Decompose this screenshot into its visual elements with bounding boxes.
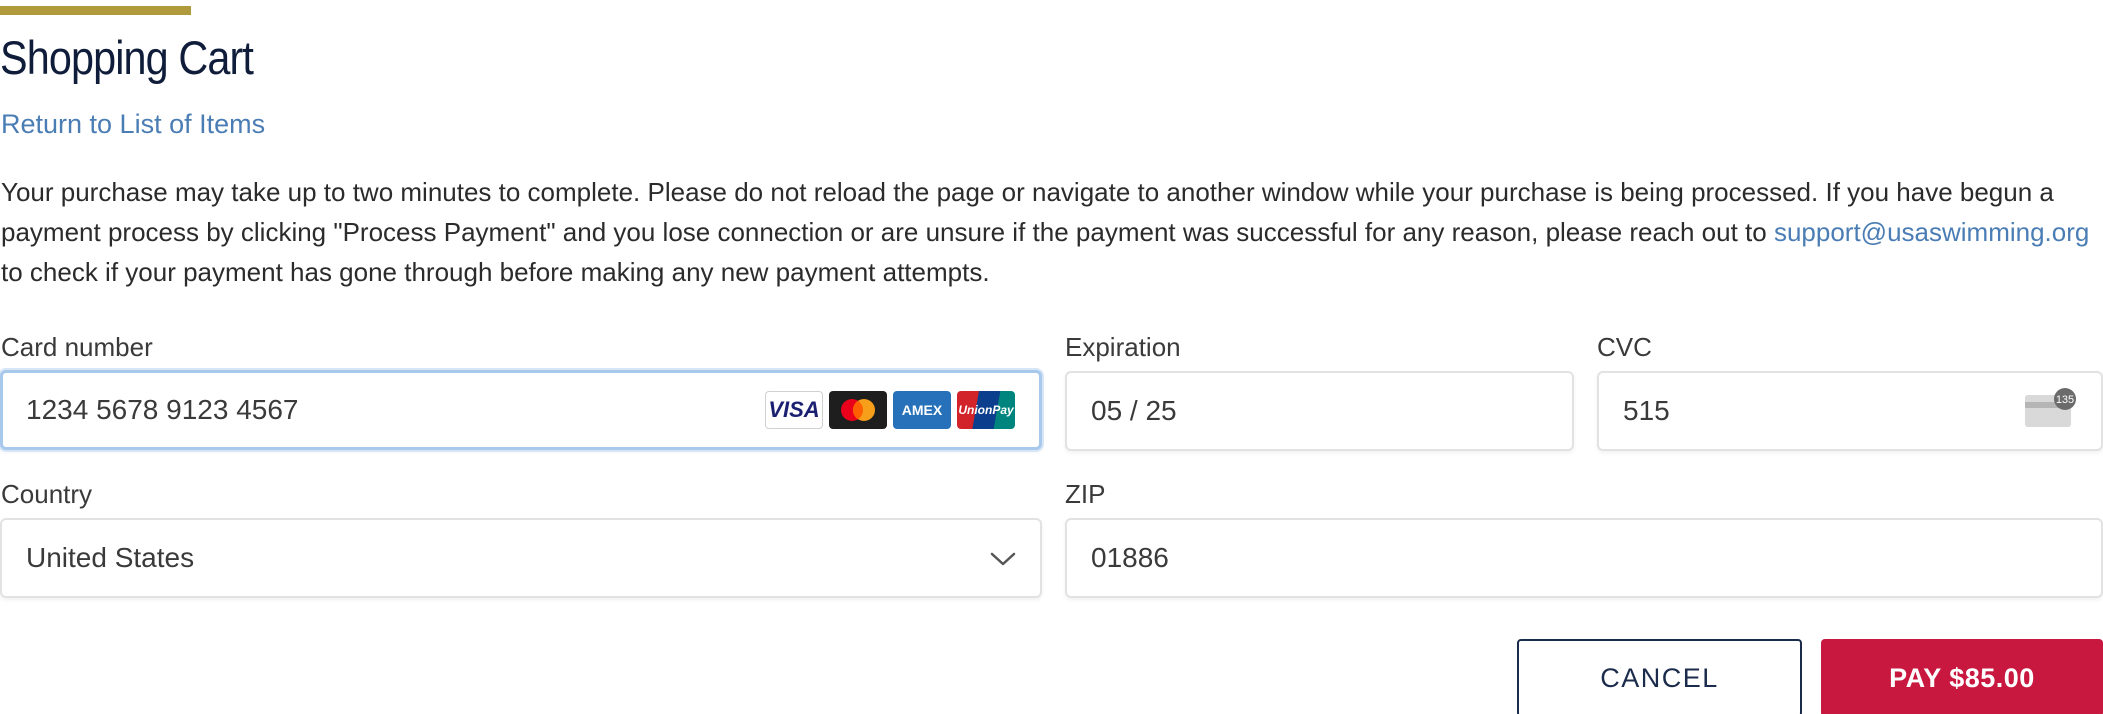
payment-notice: Your purchase may take up to two minutes… [1,172,2096,292]
expiration-input[interactable] [1091,395,1572,427]
visa-icon: VISA [765,391,823,429]
country-label: Country [1,479,93,509]
unionpay-icon: UnionPay [957,391,1015,429]
mastercard-icon [829,391,887,429]
card-number-field[interactable]: VISA AMEX UnionPay [0,370,1042,450]
country-selected-value: United States [26,542,195,573]
return-to-list-link[interactable]: Return to List of Items [1,106,265,142]
card-number-input[interactable] [26,394,765,426]
card-number-label: Card number [1,332,153,362]
support-email-link[interactable]: support@usaswimming.org [1774,217,2089,247]
cvc-label: CVC [1597,332,1652,362]
amex-icon: AMEX [893,391,951,429]
pay-button[interactable]: PAY $85.00 [1821,639,2103,714]
expiration-field[interactable] [1065,371,1574,451]
page-title: Shopping Cart [0,31,254,84]
cvc-field[interactable]: 135 [1597,371,2103,451]
chevron-down-icon [990,542,1016,574]
zip-input[interactable] [1091,542,2101,574]
card-brand-logos: VISA AMEX UnionPay [765,391,1015,429]
cancel-button[interactable]: CANCEL [1517,639,1802,714]
expiration-label: Expiration [1065,332,1181,362]
card-cvc-icon: 135 [2023,387,2079,436]
title-accent-bar [0,6,191,15]
notice-text-after: to check if your payment has gone throug… [1,257,990,287]
shopping-cart-page: Shopping Cart Return to List of Items Yo… [0,0,2103,714]
zip-field[interactable] [1065,518,2103,598]
mastercard-circles [841,399,875,421]
notice-text-before: Your purchase may take up to two minutes… [1,177,2054,247]
cvc-input[interactable] [1623,395,2023,427]
country-select[interactable]: United States [0,518,1042,598]
cvc-icon-digits: 135 [2056,394,2074,406]
zip-label: ZIP [1065,479,1106,509]
